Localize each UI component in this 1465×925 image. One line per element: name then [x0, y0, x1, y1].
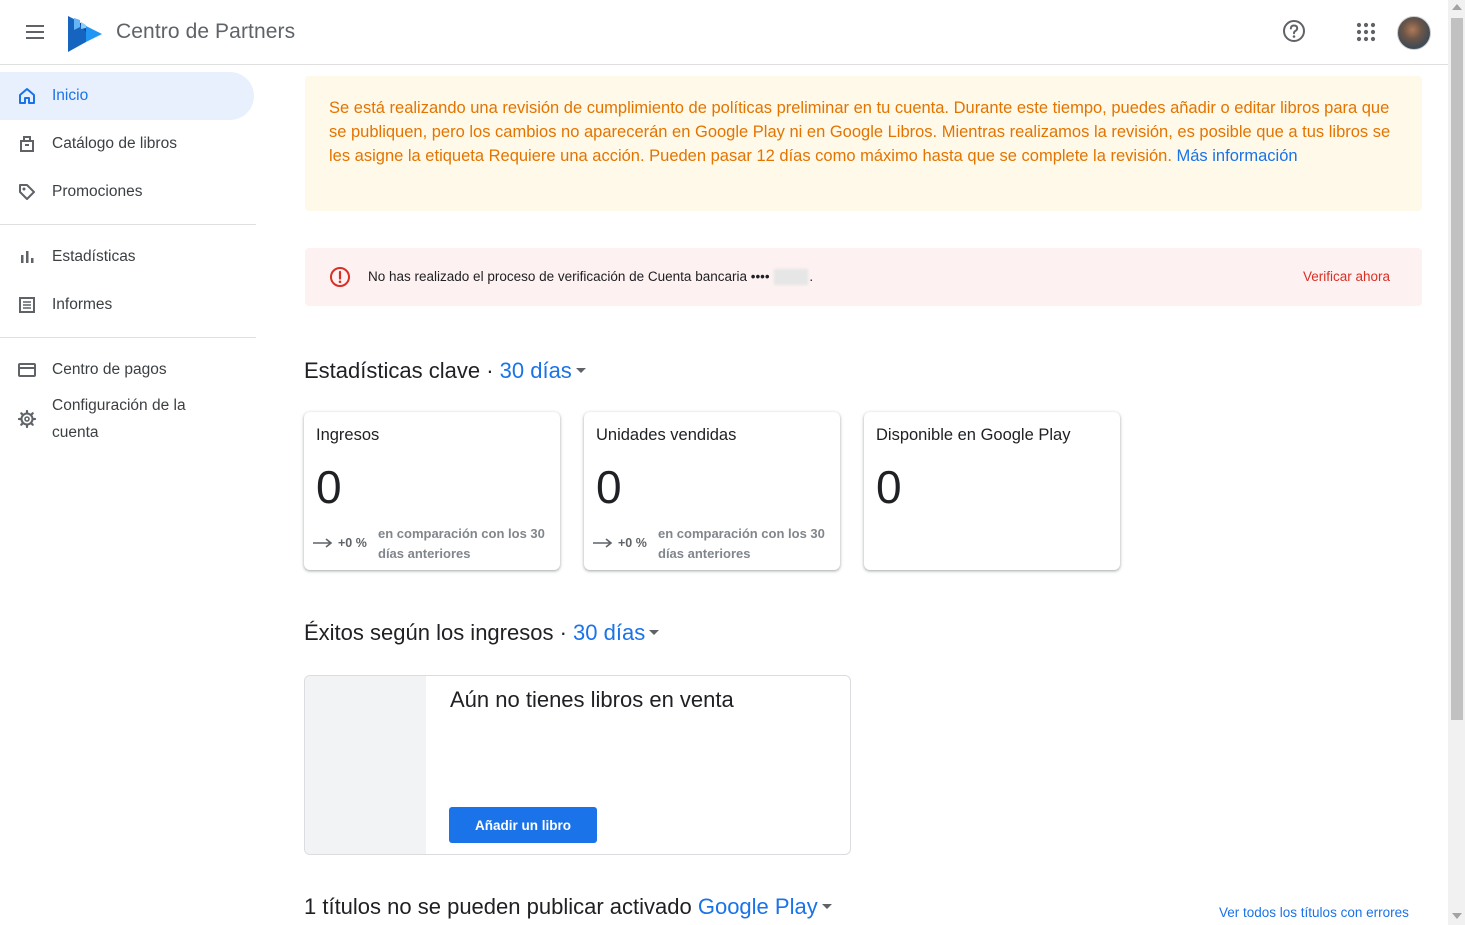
policy-review-notice: Se está realizando una revisión de cumpl… [305, 76, 1422, 211]
sidebar-item-label: Inicio [52, 87, 89, 104]
add-book-button[interactable]: Añadir un libro [449, 807, 597, 843]
avatar[interactable] [1397, 16, 1431, 50]
sidebar-item-estadisticas[interactable]: Estadísticas [0, 233, 254, 281]
arrow-right-icon [593, 538, 613, 548]
tag-icon [19, 184, 35, 200]
sidebar-item-label: Configuración de la cuenta [52, 397, 186, 441]
masked-account-number [774, 269, 809, 286]
report-icon [19, 297, 35, 313]
top-sellers-period-label: 30 días [573, 620, 646, 645]
app-title: Centro de Partners [116, 20, 296, 43]
store-label: Google Play [697, 894, 818, 919]
sidebar-item-label: Estadísticas [52, 248, 136, 265]
bar-chart-icon [21, 251, 34, 263]
scrollbar-thumb[interactable] [1451, 18, 1463, 720]
verify-now-button[interactable]: Verificar ahora [1303, 269, 1390, 284]
sidebar-item-catalogo[interactable]: Catálogo de libros [0, 120, 254, 168]
more-info-link[interactable]: Más información [1177, 147, 1298, 165]
chevron-down-icon [649, 629, 660, 635]
credit-card-icon [18, 363, 36, 377]
chevron-down-icon [821, 903, 832, 909]
top-sellers-card: Aún no tienes libros en venta Añadir un … [304, 675, 851, 855]
stat-card-ingresos: Ingresos 0 +0 % en comparación con los 3… [304, 412, 560, 570]
stat-card-disponible: Disponible en Google Play 0 [864, 412, 1120, 570]
google-play-logo[interactable] [66, 14, 104, 54]
sidebar-item-informes[interactable]: Informes [0, 281, 254, 329]
sidebar-divider [0, 337, 256, 338]
sidebar-divider [0, 224, 256, 225]
key-stats-heading: Estadísticas clave · 30 días [304, 358, 586, 384]
stat-comparison: en comparación con los 30 días anteriore… [658, 526, 825, 561]
sidebar-item-label: Centro de pagos [52, 361, 167, 378]
stat-change: +0 % [618, 536, 647, 550]
stat-card-unidades: Unidades vendidas 0 +0 % en comparación … [584, 412, 840, 570]
stat-comparison: en comparación con los 30 días anteriore… [378, 526, 545, 561]
key-stats-period-dropdown[interactable]: 30 días [500, 358, 586, 383]
sidebar-item-label: Catálogo de libros [52, 135, 177, 152]
stat-title: Disponible en Google Play [876, 426, 1071, 444]
chevron-down-icon [575, 367, 586, 373]
bank-verification-notice: No has realizado el proceso de verificac… [305, 248, 1422, 306]
sidebar-item-inicio[interactable]: Inicio [0, 72, 254, 120]
sidebar-item-centro-pagos[interactable]: Centro de pagos [0, 346, 254, 394]
key-stats-period-label: 30 días [499, 358, 572, 383]
bank-verification-suffix: . [809, 269, 814, 284]
arrow-right-icon [313, 538, 333, 548]
top-sellers-heading: Éxitos según los ingresos · 30 días [304, 620, 660, 646]
view-all-errors-link[interactable]: Ver todos los títulos con errores [1219, 905, 1409, 920]
top-sellers-period-dropdown[interactable]: 30 días [573, 620, 660, 645]
bank-verification-text: No has realizado el proceso de verificac… [368, 269, 770, 284]
apps-grid-icon[interactable] [1354, 20, 1378, 44]
top-app-bar: Centro de Partners [0, 0, 1448, 65]
sidebar-item-promociones[interactable]: Promociones [0, 168, 254, 216]
stat-value: 0 [596, 461, 622, 513]
stat-value: 0 [316, 461, 342, 513]
unpublishable-heading: 1 títulos no se pueden publicar activado… [304, 894, 832, 920]
scroll-up-arrow[interactable] [1452, 4, 1462, 10]
stat-change: +0 % [338, 536, 367, 550]
stat-value: 0 [876, 461, 902, 513]
book-catalog-icon [20, 136, 34, 152]
sidebar-item-label: Informes [52, 296, 113, 313]
sidebar-item-configuracion[interactable]: Configuración de la cuenta [0, 389, 254, 449]
help-icon[interactable] [1281, 18, 1307, 44]
unpublishable-title: 1 títulos no se pueden publicar activado [304, 894, 692, 919]
book-thumbnail-placeholder [305, 676, 426, 854]
stat-title: Unidades vendidas [596, 426, 737, 444]
scroll-down-arrow[interactable] [1452, 913, 1462, 919]
sidebar: Inicio Catálogo de libros Promociones Es… [0, 65, 256, 925]
store-dropdown[interactable]: Google Play [698, 894, 832, 919]
home-icon [19, 88, 35, 104]
no-books-message: Aún no tienes libros en venta [450, 687, 734, 712]
error-icon [330, 267, 350, 287]
stat-title: Ingresos [316, 426, 380, 444]
bank-verification-message: No has realizado el proceso de verificac… [368, 269, 814, 286]
key-stats-title: Estadísticas clave · [304, 358, 494, 383]
menu-icon[interactable] [22, 20, 50, 44]
sidebar-item-label: Promociones [52, 183, 143, 200]
top-sellers-title: Éxitos según los ingresos · [304, 620, 567, 645]
gear-icon [17, 409, 37, 429]
